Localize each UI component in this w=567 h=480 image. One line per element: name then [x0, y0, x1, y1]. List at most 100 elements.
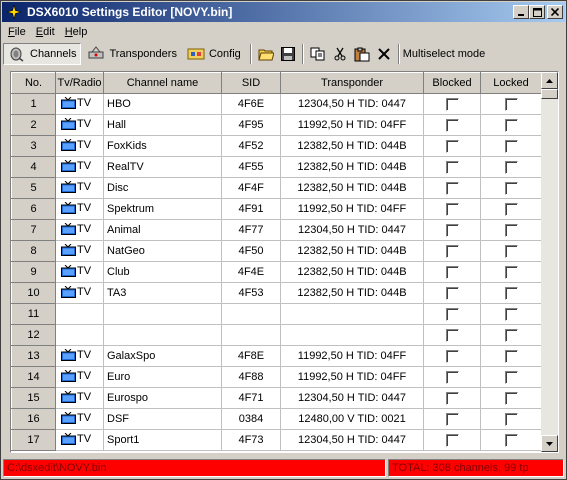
cell-tv-radio[interactable]: TV	[55, 240, 104, 262]
cut-scissors-icon[interactable]	[329, 43, 351, 65]
cell-sid[interactable]: 4F71	[221, 387, 281, 409]
copy-icon[interactable]	[307, 43, 329, 65]
cell-tv-radio[interactable]: TV	[55, 387, 104, 409]
cell-sid[interactable]	[221, 324, 281, 346]
cell-channel-name[interactable]: Euro	[103, 366, 222, 388]
cell-sid[interactable]: 4F4F	[221, 177, 281, 199]
table-row[interactable]: 17 TV Sport1 4F73 12304,50 H TID: 0447	[11, 429, 542, 451]
locked-checkbox[interactable]	[504, 118, 518, 132]
cell-tv-radio[interactable]: TV	[55, 261, 104, 283]
locked-checkbox[interactable]	[504, 391, 518, 405]
row-number[interactable]: 5	[11, 177, 56, 199]
minimize-button[interactable]	[513, 5, 529, 19]
row-number[interactable]: 10	[11, 282, 56, 304]
cell-sid[interactable]: 4F73	[221, 429, 281, 451]
locked-checkbox[interactable]	[504, 349, 518, 363]
cell-channel-name[interactable]: NatGeo	[103, 240, 222, 262]
cell-transponder[interactable]: 11992,50 H TID: 04FF	[280, 198, 424, 220]
cell-channel-name[interactable]	[103, 303, 222, 325]
locked-checkbox[interactable]	[504, 328, 518, 342]
table-row[interactable]: 12	[11, 324, 542, 346]
blocked-checkbox[interactable]	[445, 265, 459, 279]
channels-button[interactable]: Channels	[3, 43, 82, 65]
cell-transponder[interactable]: 12304,50 H TID: 0447	[280, 93, 424, 115]
cell-channel-name[interactable]: DSF	[103, 408, 222, 430]
cell-transponder[interactable]: 12382,50 H TID: 044B	[280, 261, 424, 283]
table-row[interactable]: 8 TV NatGeo 4F50 12382,50 H TID: 044B	[11, 240, 542, 262]
locked-checkbox[interactable]	[504, 244, 518, 258]
scroll-thumb[interactable]	[541, 89, 558, 99]
cell-sid[interactable]: 4F91	[221, 198, 281, 220]
locked-checkbox[interactable]	[504, 433, 518, 447]
cell-sid[interactable]: 4F53	[221, 282, 281, 304]
maximize-button[interactable]	[529, 5, 545, 19]
row-number[interactable]: 7	[11, 219, 56, 241]
table-row[interactable]: 2 TV Hall 4F95 11992,50 H TID: 04FF	[11, 114, 542, 136]
close-button[interactable]	[547, 5, 563, 19]
cell-channel-name[interactable]: Eurospo	[103, 387, 222, 409]
cell-channel-name[interactable]: RealTV	[103, 156, 222, 178]
table-row[interactable]: 5 TV Disc 4F4F 12382,50 H TID: 044B	[11, 177, 542, 199]
blocked-checkbox[interactable]	[445, 181, 459, 195]
cell-transponder[interactable]: 12480,00 V TID: 0021	[280, 408, 424, 430]
cell-channel-name[interactable]: HBO	[103, 93, 222, 115]
table-row[interactable]: 7 TV Animal 4F77 12304,50 H TID: 0447	[11, 219, 542, 241]
cell-transponder[interactable]: 12382,50 H TID: 044B	[280, 135, 424, 157]
locked-checkbox[interactable]	[504, 160, 518, 174]
cell-tv-radio[interactable]: TV	[55, 156, 104, 178]
cell-sid[interactable]: 4F50	[221, 240, 281, 262]
locked-checkbox[interactable]	[504, 412, 518, 426]
col-header-no[interactable]: No.	[11, 72, 56, 94]
locked-checkbox[interactable]	[504, 181, 518, 195]
locked-checkbox[interactable]	[504, 139, 518, 153]
table-row[interactable]: 16 TV DSF 0384 12480,00 V TID: 0021	[11, 408, 542, 430]
col-header-transponder[interactable]: Transponder	[280, 72, 424, 94]
cell-channel-name[interactable]: Spektrum	[103, 198, 222, 220]
col-header-sid[interactable]: SID	[221, 72, 281, 94]
cell-tv-radio[interactable]	[55, 303, 104, 325]
table-row[interactable]: 9 TV Club 4F4E 12382,50 H TID: 044B	[11, 261, 542, 283]
table-row[interactable]: 14 TV Euro 4F88 11992,50 H TID: 04FF	[11, 366, 542, 388]
table-row[interactable]: 3 TV FoxKids 4F52 12382,50 H TID: 044B	[11, 135, 542, 157]
blocked-checkbox[interactable]	[445, 391, 459, 405]
col-header-tv-radio[interactable]: Tv/Radio	[55, 72, 104, 94]
locked-checkbox[interactable]	[504, 286, 518, 300]
locked-checkbox[interactable]	[504, 265, 518, 279]
blocked-checkbox[interactable]	[445, 286, 459, 300]
blocked-checkbox[interactable]	[445, 160, 459, 174]
locked-checkbox[interactable]	[504, 370, 518, 384]
cell-transponder[interactable]	[280, 303, 424, 325]
cell-sid[interactable]: 4F77	[221, 219, 281, 241]
cell-sid[interactable]: 4F95	[221, 114, 281, 136]
row-number[interactable]: 9	[11, 261, 56, 283]
menu-help[interactable]: Help	[60, 26, 93, 38]
cell-tv-radio[interactable]: TV	[55, 429, 104, 451]
open-folder-icon[interactable]	[255, 43, 277, 65]
row-number[interactable]: 8	[11, 240, 56, 262]
row-number[interactable]: 2	[11, 114, 56, 136]
row-number[interactable]: 13	[11, 345, 56, 367]
table-row[interactable]: 4 TV RealTV 4F55 12382,50 H TID: 044B	[11, 156, 542, 178]
table-row[interactable]: 1 TV HBO 4F6E 12304,50 H TID: 0447	[11, 93, 542, 115]
menu-file[interactable]: File	[3, 26, 31, 38]
cell-sid[interactable]: 4F55	[221, 156, 281, 178]
cell-channel-name[interactable]: FoxKids	[103, 135, 222, 157]
cell-tv-radio[interactable]: TV	[55, 366, 104, 388]
row-number[interactable]: 17	[11, 429, 56, 451]
blocked-checkbox[interactable]	[445, 370, 459, 384]
paste-clipboard-icon[interactable]	[351, 43, 373, 65]
cell-transponder[interactable]: 12382,50 H TID: 044B	[280, 156, 424, 178]
channel-grid[interactable]: No. Tv/Radio Channel name SID Transponde…	[10, 71, 559, 453]
blocked-checkbox[interactable]	[445, 139, 459, 153]
blocked-checkbox[interactable]	[445, 223, 459, 237]
row-number[interactable]: 1	[11, 93, 56, 115]
cell-channel-name[interactable]: TA3	[103, 282, 222, 304]
blocked-checkbox[interactable]	[445, 202, 459, 216]
title-bar[interactable]: DSX6010 Settings Editor [NOVY.bin]	[2, 2, 565, 22]
multiselect-mode-toggle[interactable]: Multiselect mode	[403, 48, 486, 60]
col-header-blocked[interactable]: Blocked	[423, 72, 481, 94]
cell-channel-name[interactable]: Club	[103, 261, 222, 283]
cell-tv-radio[interactable]: TV	[55, 114, 104, 136]
scroll-up-button[interactable]	[541, 72, 558, 89]
col-header-locked[interactable]: Locked	[480, 72, 542, 94]
